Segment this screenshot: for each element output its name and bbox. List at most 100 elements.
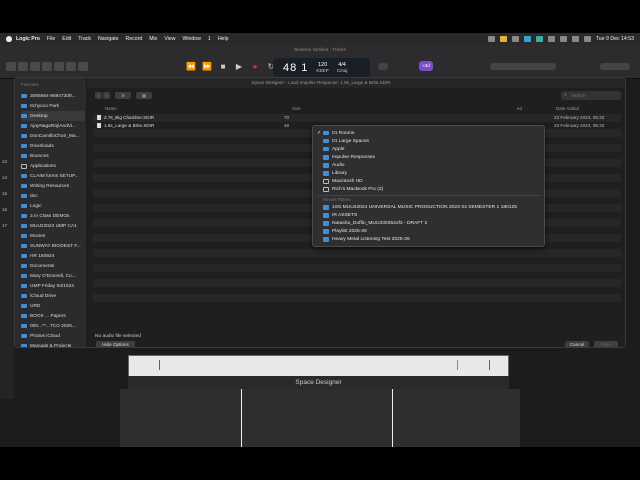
lcd-display[interactable]: 48 1 120 KEEP 4/4 Cmaj <box>273 58 370 77</box>
status-icon[interactable] <box>499 36 507 42</box>
menu-edit[interactable]: Edit <box>62 36 71 42</box>
group-button[interactable]: ▦ <box>136 92 152 99</box>
folder-icon <box>21 213 27 219</box>
view-mode-button[interactable]: ☰ <box>115 92 131 99</box>
popup-location-item[interactable]: Audio <box>317 161 541 169</box>
folder-icon <box>323 171 329 176</box>
popup-location-item[interactable]: Apple <box>317 145 541 153</box>
menu-navigate[interactable]: Navigate <box>98 36 118 42</box>
popup-recent-item[interactable]: Heavy Metal Listening Test 2025-26 <box>317 236 541 244</box>
sidebar-item[interactable]: HR 160924 <box>21 251 85 261</box>
menu-view[interactable]: View <box>164 36 175 42</box>
popup-location-item[interactable]: Rich's MacBook Pro (2) <box>317 186 541 194</box>
column-name[interactable]: Name <box>105 106 117 111</box>
sidebar-item[interactable]: iCloud Drive <box>21 291 85 301</box>
menu-record[interactable]: Record <box>126 36 143 42</box>
sidebar-item[interactable]: Documents <box>21 261 85 271</box>
file-row[interactable]: 2.7s_Big Chamber.SDIR 70 23 February 2024,… <box>93 114 621 122</box>
popup-location-item[interactable]: 01 Large Spaces <box>317 137 541 145</box>
menu-mix[interactable]: Mix <box>149 36 157 42</box>
sidebar-item[interactable]: Bounces <box>21 151 85 161</box>
sidebar-item-label: iCloud Drive <box>30 293 57 299</box>
sidebar-item[interactable]: Manuals & Projects <box>21 341 85 347</box>
apple-icon[interactable] <box>6 36 12 42</box>
sidebar-item[interactable]: SUNWAY BIGGEST F... <box>21 241 85 251</box>
search-icon[interactable] <box>571 36 579 42</box>
sidebar-item[interactable]: CLAIM forms SETUP... <box>21 171 85 181</box>
clock[interactable]: Tue 9 Dec 14:53 <box>596 36 634 42</box>
column-date-added[interactable]: Date Added <box>556 106 579 111</box>
sidebar-item[interactable]: Desktop <box>21 111 85 121</box>
sidebar-item[interactable]: Logic <box>21 201 85 211</box>
forward-icon[interactable]: ⏩ <box>201 61 213 72</box>
sidebar-item[interactable]: 000...**...TCO 2025... <box>21 321 85 331</box>
popup-recent-item[interactable]: Natasha_Duffin_MUU330352of3 - DRAFT 2 <box>317 220 541 228</box>
search-input[interactable]: Search <box>561 91 621 100</box>
hide-options-button[interactable]: Hide Options <box>96 341 135 347</box>
dropdown-button[interactable] <box>378 63 388 70</box>
stop-icon[interactable]: ■ <box>217 61 229 72</box>
status-icon[interactable] <box>535 36 543 42</box>
popup-recent-item[interactable]: IR ASSETS <box>317 211 541 219</box>
sidebar-item[interactable]: 3.In Class DEMOs <box>21 211 85 221</box>
sidebar-item[interactable]: Downloads <box>21 141 85 151</box>
popup-location-item[interactable]: ✓ 01 Rooms <box>317 129 541 137</box>
inspector-button[interactable] <box>18 62 28 71</box>
status-icon[interactable] <box>523 36 531 42</box>
sidebar-item[interactable]: AjayNagaRaj\AndVi... <box>21 121 85 131</box>
count-in-badge[interactable]: ≈3d <box>419 61 433 71</box>
smart-controls-button[interactable] <box>54 62 64 71</box>
mixer-button[interactable] <box>66 62 76 71</box>
folder-icon <box>21 343 27 347</box>
toolbar-button[interactable] <box>42 62 52 71</box>
status-icon[interactable] <box>511 36 519 42</box>
popup-recent-item[interactable]: 10G.MUU22024 UNIVERSAL MUSIC PRODUCTION … <box>317 203 541 211</box>
menu-file[interactable]: File <box>47 36 55 42</box>
sidebar-item[interactable]: Applications <box>21 161 85 171</box>
dialog-title: Space Designer - Load Impulse Response: … <box>251 80 391 85</box>
sidebar-item[interactable]: BOOK ... Papers <box>21 311 85 321</box>
sidebar-item[interactable]: UMP Friday 04/1024 <box>21 281 85 291</box>
master-volume-slider[interactable] <box>490 63 556 70</box>
quick-help-button[interactable] <box>30 62 40 71</box>
status-icon[interactable] <box>547 36 555 42</box>
folder-icon <box>21 243 27 249</box>
sidebar-item-label: Itchycoo Park <box>30 103 60 109</box>
sidebar-item[interactable]: DonCamilloChoir_Ma... <box>21 131 85 141</box>
popup-location-item[interactable]: Impulse Responses <box>317 153 541 161</box>
editors-button[interactable] <box>78 62 88 71</box>
folder-icon <box>21 323 27 329</box>
forward-button[interactable]: › <box>103 92 110 99</box>
column-kind[interactable]: ed <box>517 106 522 111</box>
folder-icon <box>21 203 27 209</box>
sidebar-item[interactable]: Mary O'Donnell, Co... <box>21 271 85 281</box>
popup-location-item[interactable]: Library <box>317 170 541 178</box>
wifi-icon[interactable] <box>559 36 567 42</box>
popup-location-item[interactable]: Macintosh HD <box>317 178 541 186</box>
menu-window[interactable]: Window <box>182 36 200 42</box>
sidebar-item[interactable]: doc <box>21 191 85 201</box>
open-button[interactable]: Open <box>594 341 618 347</box>
menu-1[interactable]: 1 <box>208 36 211 42</box>
column-size[interactable]: Size <box>292 106 301 111</box>
cancel-button[interactable]: Cancel <box>565 341 589 347</box>
status-icon[interactable] <box>487 36 495 42</box>
back-button[interactable]: ‹ <box>95 92 102 99</box>
right-toolbar-buttons[interactable] <box>600 63 630 70</box>
sidebar-item[interactable]: Photos iCloud <box>21 331 85 341</box>
sidebar-item[interactable]: Itchycoo Park <box>21 101 85 111</box>
sidebar-item[interactable]: Movies <box>21 231 85 241</box>
menu-track[interactable]: Track <box>78 36 91 42</box>
menu-help[interactable]: Help <box>218 36 229 42</box>
sidebar-item[interactable]: URD <box>21 301 85 311</box>
popup-recent-item[interactable]: Playlist 2025-26 <box>317 228 541 236</box>
sidebar-item[interactable]: Writing Resources <box>21 181 85 191</box>
menu-app-name[interactable]: Logic Pro <box>16 36 40 42</box>
rewind-icon[interactable]: ⏪ <box>185 61 197 72</box>
play-icon[interactable]: ▶ <box>233 61 245 72</box>
control-center-icon[interactable] <box>583 36 591 42</box>
sidebar-item[interactable]: MUU22024 UMP CA1 <box>21 221 85 231</box>
record-icon[interactable]: ● <box>249 61 261 72</box>
library-button[interactable] <box>6 62 16 71</box>
sidebar-item[interactable]: 3066664-969473d9... <box>21 91 85 101</box>
